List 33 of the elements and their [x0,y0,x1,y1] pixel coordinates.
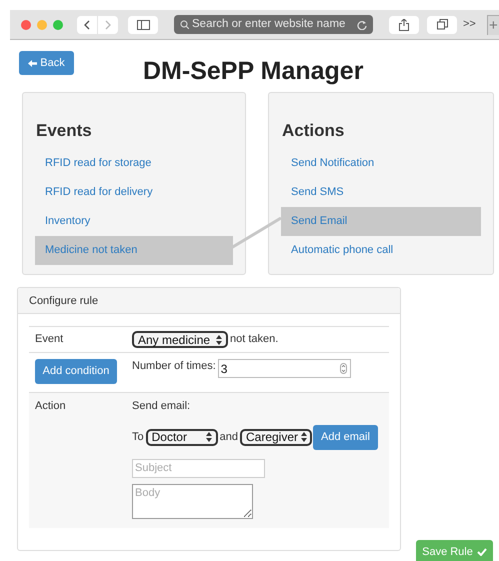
list-item[interactable]: Send Notification [281,148,481,178]
list-item[interactable]: RFID read for delivery [35,178,233,206]
and-label: and [220,430,238,445]
recipient-select[interactable]: Caregiver [240,428,312,446]
panel-heading: Actions [281,120,346,142]
list-item[interactable]: Inventory [35,206,233,236]
save-button[interactable]: Save Rule [416,540,493,561]
panel-heading: Events [35,120,93,142]
page-title: DM-SePP Manager [143,56,364,87]
row-label: Action [34,399,67,414]
row-label: Event [34,332,64,348]
new-tab-button[interactable]: + [487,14,499,34]
list-item[interactable]: Send Email [281,206,481,236]
list-item[interactable]: Medicine not taken [35,236,233,264]
action-text: Send email: [132,399,192,414]
list-item[interactable]: RFID read for storage [35,148,233,178]
event-suffix: not taken. [230,332,278,348]
back-button[interactable]: Back [19,51,74,75]
overflow-button[interactable]: >> [463,16,476,33]
times-field[interactable]: 3 [218,359,351,378]
times-label: Number of times: [132,359,216,374]
subject-field[interactable]: Subject [132,458,265,478]
address-bar[interactable]: Search or enter website name [174,15,373,34]
body-field[interactable]: Body [132,484,253,518]
list-item[interactable]: Automatic phone call [281,236,481,264]
address-placeholder: Search or enter website name [192,16,346,32]
add-email-button[interactable]: Add email [312,424,378,450]
medicine-select[interactable]: Any medicine [132,331,228,348]
add-condition-button[interactable]: Add condition [35,359,117,384]
recipient-select[interactable]: Doctor [146,428,218,446]
to-label: To [132,430,144,445]
list-item[interactable]: Send SMS [281,178,481,206]
panel-title: Configure rule [29,295,98,307]
